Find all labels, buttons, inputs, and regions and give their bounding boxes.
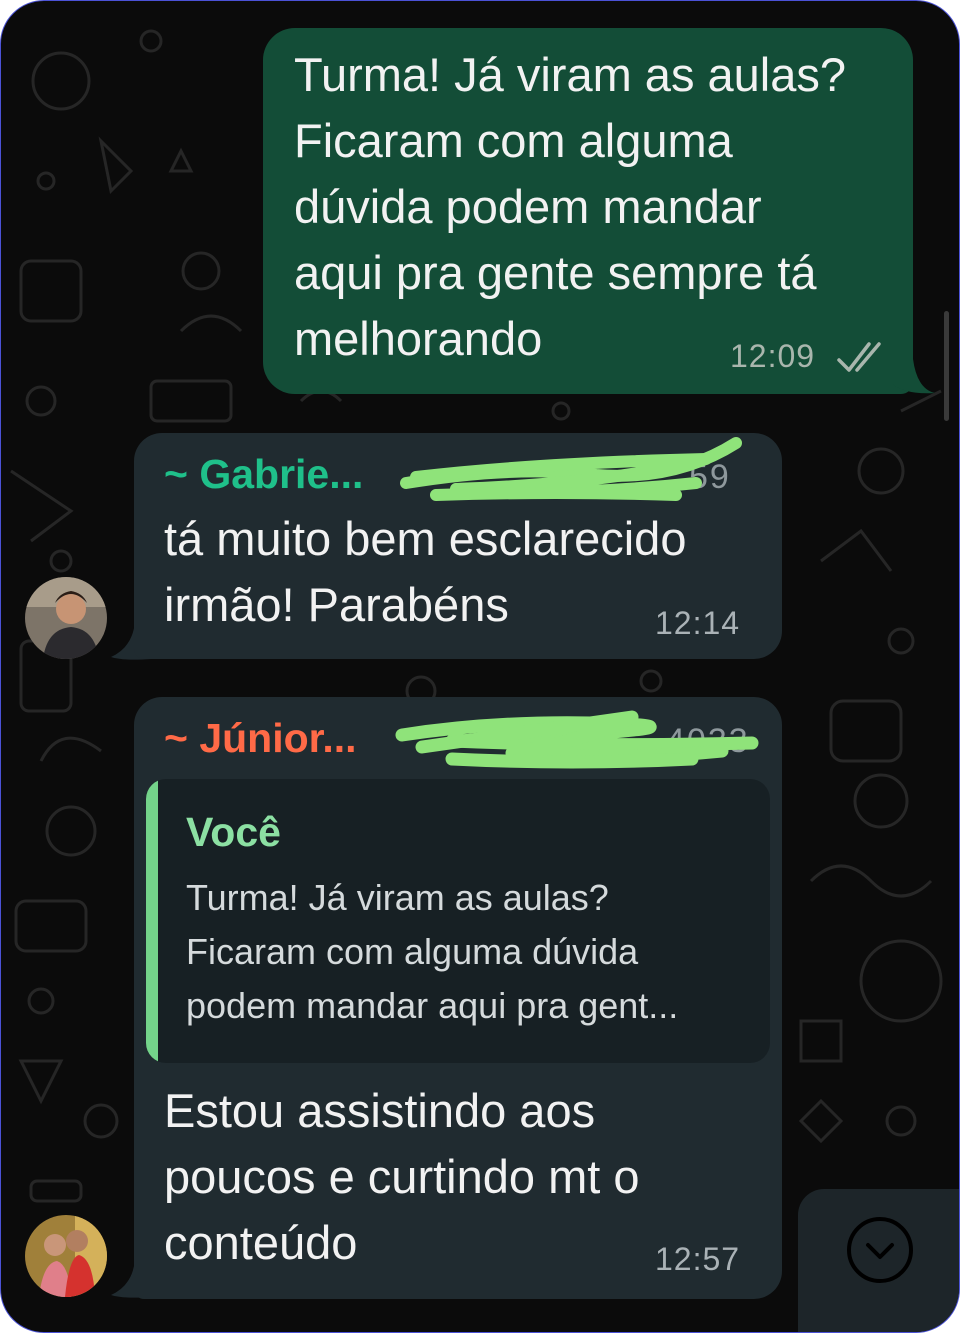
incoming-message-bubble[interactable]: ~ Gabrie... 59 tá muito bem esclarecido …	[134, 433, 782, 659]
chevron-down-icon	[847, 1217, 913, 1283]
avatar-photo	[25, 577, 107, 659]
message-text-line: Turma! Já viram as aulas?	[294, 48, 846, 101]
scroll-to-bottom-button[interactable]	[798, 1189, 959, 1332]
redaction-scribble	[395, 710, 759, 769]
message-text-line: Estou assistindo aos	[164, 1084, 596, 1137]
scroll-indicator[interactable]	[944, 311, 949, 421]
avatar[interactable]	[25, 577, 107, 659]
message-timestamp: 12:14	[655, 605, 741, 641]
reply-preview[interactable]: Você Turma! Já viram as aulas? Ficaram c…	[146, 779, 770, 1063]
sender-name[interactable]: ~ Júnior...	[164, 715, 357, 762]
message-text-line: conteúdo	[164, 1216, 358, 1269]
message-timestamp: 12:57	[655, 1241, 741, 1277]
bubble-tail	[111, 1259, 151, 1298]
chat-window: Turma! Já viram as aulas? Ficaram com al…	[0, 0, 960, 1333]
message-text-line: aqui pra gente sempre tá	[294, 246, 817, 299]
redaction-scribble	[400, 437, 742, 501]
message-text-line: tá muito bem esclarecido	[164, 512, 687, 565]
outgoing-message-bubble[interactable]: Turma! Já viram as aulas? Ficaram com al…	[263, 28, 913, 394]
message-text-line: dúvida podem mandar	[294, 180, 762, 233]
message-text-line: irmão! Parabéns	[164, 578, 509, 631]
reply-text-line: Turma! Já viram as aulas?	[186, 877, 609, 918]
sender-name[interactable]: ~ Gabrie...	[164, 451, 363, 498]
message-text-line: Ficaram com alguma	[294, 114, 733, 167]
bubble-tail	[891, 359, 935, 394]
reply-accent-bar	[146, 779, 158, 1063]
reply-text-line: Ficaram com alguma dúvida	[186, 931, 639, 972]
avatar[interactable]	[25, 1215, 107, 1297]
double-check-icon	[837, 342, 881, 372]
reply-author: Você	[186, 809, 281, 855]
message-text-line: poucos e curtindo mt o	[164, 1150, 640, 1203]
message-text-line: melhorando	[294, 312, 543, 365]
avatar-photo	[25, 1215, 107, 1297]
incoming-message-bubble[interactable]: ~ Júnior... 4033 Você Turma! Já viram as…	[134, 697, 782, 1299]
reply-text-line: podem mandar aqui pra gent...	[186, 985, 679, 1026]
message-timestamp: 12:09	[730, 338, 816, 374]
